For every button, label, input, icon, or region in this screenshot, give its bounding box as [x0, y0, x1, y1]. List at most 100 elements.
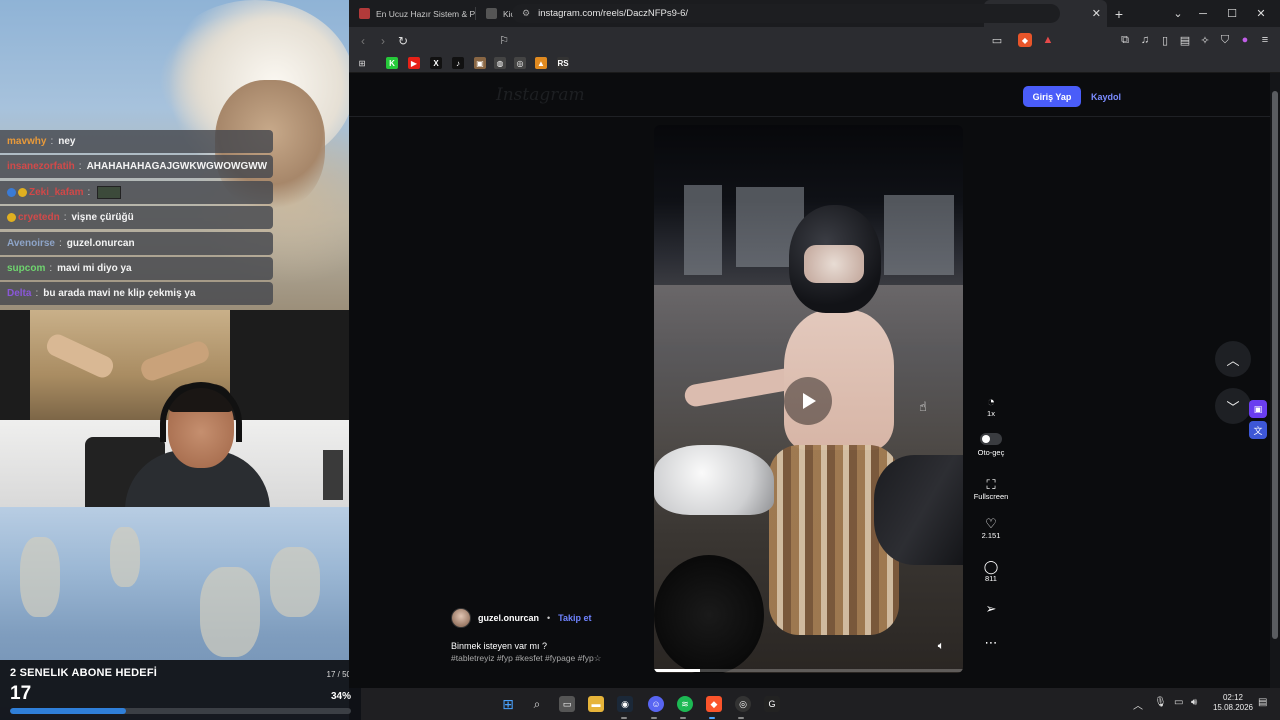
photo-bookmark-icon[interactable]: ▣: [474, 57, 486, 69]
spotify-icon[interactable]: ≋: [677, 696, 693, 712]
vpn-icon[interactable]: ⛉: [1218, 33, 1232, 47]
goal-progress-fill: [10, 708, 126, 714]
profile-icon[interactable]: ●: [1238, 33, 1252, 47]
rs-bookmark-icon[interactable]: RS: [557, 57, 569, 69]
site-settings-icon[interactable]: ⚙: [522, 8, 530, 19]
search-icon[interactable]: ⌕: [529, 696, 545, 712]
close-tab-icon[interactable]: ✕: [1092, 7, 1101, 20]
network-icon[interactable]: ▭: [1174, 697, 1183, 708]
chat-username[interactable]: insanezorfatih: [7, 161, 75, 172]
stream-overlay: mavwhy: ney insanezorfatih: AHAHAHAHAGAJGWK…: [0, 0, 349, 720]
chat-username[interactable]: Avenoirse: [7, 238, 55, 249]
new-tab-button[interactable]: +: [1107, 6, 1131, 22]
more-options-button[interactable]: ⋯: [969, 636, 1013, 650]
login-button[interactable]: Giriş Yap: [1023, 86, 1081, 107]
back-button[interactable]: ‹: [353, 34, 373, 48]
discord-icon[interactable]: ☺: [648, 696, 664, 712]
x-bookmark-icon[interactable]: X: [430, 57, 442, 69]
author-name[interactable]: guzel.onurcan: [478, 613, 539, 623]
app-g-icon[interactable]: G: [764, 696, 780, 712]
webcam-feed: [0, 310, 349, 507]
browser-tab[interactable]: En Ucuz Hazır Sistem & PC: [349, 0, 476, 27]
clock-time: 02:12: [1222, 693, 1244, 702]
video-progress-bar[interactable]: [654, 669, 963, 672]
chat-username[interactable]: Delta: [7, 288, 31, 299]
tiktok-bookmark-icon[interactable]: ♪: [452, 57, 464, 69]
author-avatar[interactable]: [451, 608, 471, 628]
playback-speed-button[interactable]: ◔ 1x: [969, 395, 1013, 419]
forward-button[interactable]: ›: [373, 34, 393, 48]
chat-message: insanezorfatih: AHAHAHAHAGAJGWKWGWOWGWW: [0, 155, 273, 179]
bookmark-page-icon[interactable]: ⚐: [497, 33, 511, 47]
microphone-icon[interactable]: 🎙︎: [1154, 697, 1167, 708]
chat-username[interactable]: cryetedn: [18, 212, 60, 223]
previous-reel-button[interactable]: ︿: [1215, 341, 1251, 377]
chat-badge-icon: [18, 187, 27, 197]
goal-percent: 34%: [330, 691, 351, 702]
brave-shields-icon[interactable]: ◆: [1018, 33, 1032, 47]
chat-username[interactable]: Zeki_kafam: [29, 187, 83, 198]
instagram-page: Instagram Giriş Yap Kaydol 🔈︎ guzel.onur…: [349, 73, 1280, 688]
chat-emote-icon: [97, 185, 122, 199]
post-hashtags[interactable]: #tabletreyiz #fyp #kesfet #fypage #fyp☆: [451, 653, 601, 664]
minimize-button[interactable]: ─: [1188, 0, 1218, 27]
obs-icon[interactable]: ◎: [735, 696, 751, 712]
music-icon[interactable]: ♫: [1138, 33, 1152, 47]
store-icon: [359, 8, 370, 19]
system-clock[interactable]: 02:12 15.08.2026: [1212, 693, 1254, 713]
play-button[interactable]: [784, 377, 832, 425]
heart-icon: ♡: [985, 516, 997, 531]
settings-bookmark-icon[interactable]: ◎: [514, 57, 526, 69]
share-button[interactable]: ➢: [969, 602, 1013, 616]
autoplay-switch[interactable]: [980, 433, 1002, 445]
url-bar[interactable]: ⚙ instagram.com/reels/DaczNFPs9-6/: [512, 4, 1060, 23]
extensions-icon[interactable]: ⧉: [1118, 33, 1132, 47]
autoplay-toggle[interactable]: Oto-geç: [969, 433, 1013, 457]
brave-rewards-icon[interactable]: ▲: [1041, 33, 1055, 47]
like-button[interactable]: ♡ 2.151: [969, 516, 1013, 541]
speaker-icon[interactable]: 🔊︎: [1191, 697, 1197, 708]
menu-icon[interactable]: ≡: [1258, 33, 1272, 47]
translate-extension-icon[interactable]: 文: [1249, 421, 1267, 439]
comment-button[interactable]: ◯ 811: [969, 560, 1013, 584]
chat-message-text: AHAHAHAHAGAJGWKWGWOWGWW: [86, 161, 268, 173]
chat-message-text: bu arada mavi ne klip çekmiş ya: [43, 288, 196, 300]
cast-icon[interactable]: ▭: [990, 33, 1004, 47]
fullscreen-button[interactable]: ⛶ Fullscreen: [969, 477, 1013, 502]
volume-icon[interactable]: 🔈︎: [933, 638, 949, 654]
notification-icon[interactable]: ▤: [1258, 697, 1267, 708]
wallet-icon[interactable]: ▤: [1178, 33, 1192, 47]
windows-start-icon[interactable]: ⊞: [500, 696, 516, 712]
follow-button[interactable]: Takip et: [558, 613, 591, 623]
fire-bookmark-icon[interactable]: ▲: [535, 57, 547, 69]
fullscreen-icon: ⛶: [986, 477, 996, 492]
youtube-bookmark-icon[interactable]: ▶: [408, 57, 420, 69]
globe-bookmark-icon[interactable]: ◍: [494, 57, 506, 69]
reload-button[interactable]: ↻: [393, 34, 413, 48]
close-window-button[interactable]: ✕: [1246, 0, 1276, 27]
signup-link[interactable]: Kaydol: [1091, 86, 1121, 107]
tray-chevron-icon[interactable]: ︿: [1133, 697, 1143, 712]
sidebar-icon[interactable]: ▯: [1158, 33, 1172, 47]
chat-message: Avenoirse: guzel.onurcan: [0, 231, 273, 255]
chat-message: Zeki_kafam:: [0, 180, 273, 204]
maximize-button[interactable]: ☐: [1217, 0, 1247, 27]
brave-taskbar-icon[interactable]: ◆: [706, 696, 722, 712]
subscriber-goal-widget: 2 SENELIK ABONE HEDEFİ 17 / 50 17 34%: [0, 660, 361, 720]
reel-video[interactable]: 🔈︎: [654, 125, 963, 673]
leo-ai-icon[interactable]: ✧: [1198, 33, 1212, 47]
goal-progress-bar: [10, 708, 351, 714]
instagram-logo[interactable]: Instagram: [496, 85, 585, 105]
apps-grid-icon[interactable]: ⊞: [356, 57, 368, 69]
kick-bookmark-icon[interactable]: K: [386, 57, 398, 69]
chat-username[interactable]: supcom: [7, 263, 45, 274]
chat-separator: :: [50, 136, 54, 147]
chat-message-text: mavi mi diyo ya: [57, 262, 132, 274]
page-scrollbar[interactable]: [1270, 73, 1280, 688]
chat-username[interactable]: mavwhy: [7, 136, 46, 147]
chat-extension-icon[interactable]: ▣: [1249, 400, 1267, 418]
steam-icon[interactable]: ◉: [617, 696, 633, 712]
next-reel-button[interactable]: ﹀: [1215, 388, 1251, 424]
file-explorer-icon[interactable]: ▬: [588, 696, 604, 712]
task-view-icon[interactable]: ▭: [559, 696, 575, 712]
